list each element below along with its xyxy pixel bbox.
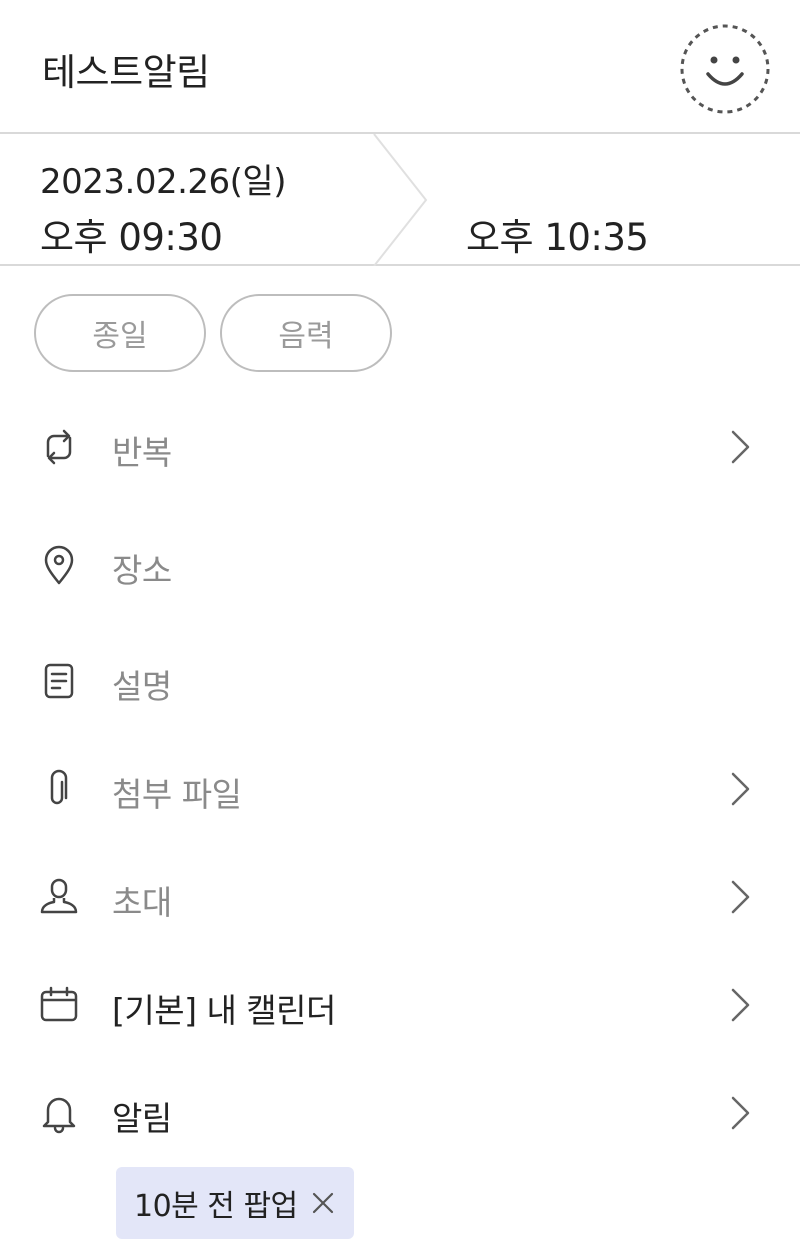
event-header: 테스트알림 xyxy=(0,0,800,134)
row-label: [기본] 내 캘린더 xyxy=(112,991,336,1030)
datetime-section: 2023.02.26(일) 오후 09:30 오후 10:35 xyxy=(0,134,800,266)
row-attachment[interactable]: 첨부 파일 xyxy=(0,748,800,828)
row-location[interactable]: 장소 xyxy=(0,524,800,604)
row-label: 초대 xyxy=(112,883,172,922)
event-title[interactable]: 테스트알림 xyxy=(42,42,210,96)
row-label: 설명 xyxy=(112,667,172,706)
row-invite[interactable]: 초대 xyxy=(0,856,800,936)
row-description[interactable]: 설명 xyxy=(0,640,800,720)
sticker-button[interactable] xyxy=(680,24,770,114)
person-icon xyxy=(40,878,78,914)
chevron-right-icon xyxy=(731,988,750,1022)
smiley-dashed-icon xyxy=(680,24,770,114)
location-pin-icon xyxy=(44,545,74,585)
row-alert[interactable]: 알림 xyxy=(0,1072,800,1152)
alert-tag-label: 10분 전 팝업 xyxy=(134,1189,298,1224)
repeat-icon xyxy=(46,429,72,465)
all-day-toggle[interactable]: 종일 xyxy=(34,294,206,372)
calendar-icon xyxy=(40,986,78,1022)
chevron-right-icon xyxy=(731,1096,750,1130)
row-label: 알림 xyxy=(112,1099,172,1138)
chevron-right-icon xyxy=(731,880,750,914)
document-icon xyxy=(44,663,74,699)
bell-icon xyxy=(42,1097,76,1134)
row-label: 장소 xyxy=(112,551,172,590)
alert-tag: 10분 전 팝업 xyxy=(116,1167,354,1239)
range-arrow-divider xyxy=(373,134,428,266)
paperclip-icon xyxy=(50,769,68,805)
lunar-toggle[interactable]: 음력 xyxy=(220,294,392,372)
end-time[interactable]: 오후 10:35 xyxy=(466,207,649,261)
row-label: 첨부 파일 xyxy=(112,775,242,814)
row-label: 반복 xyxy=(112,433,172,472)
close-icon[interactable] xyxy=(310,1190,336,1216)
start-time[interactable]: 오후 09:30 xyxy=(40,207,223,261)
row-repeat[interactable]: 반복 xyxy=(0,406,800,486)
chevron-right-icon xyxy=(731,430,750,464)
start-date[interactable]: 2023.02.26(일) xyxy=(40,154,286,203)
row-calendar[interactable]: [기본] 내 캘린더 xyxy=(0,964,800,1044)
chevron-right-icon xyxy=(731,772,750,806)
